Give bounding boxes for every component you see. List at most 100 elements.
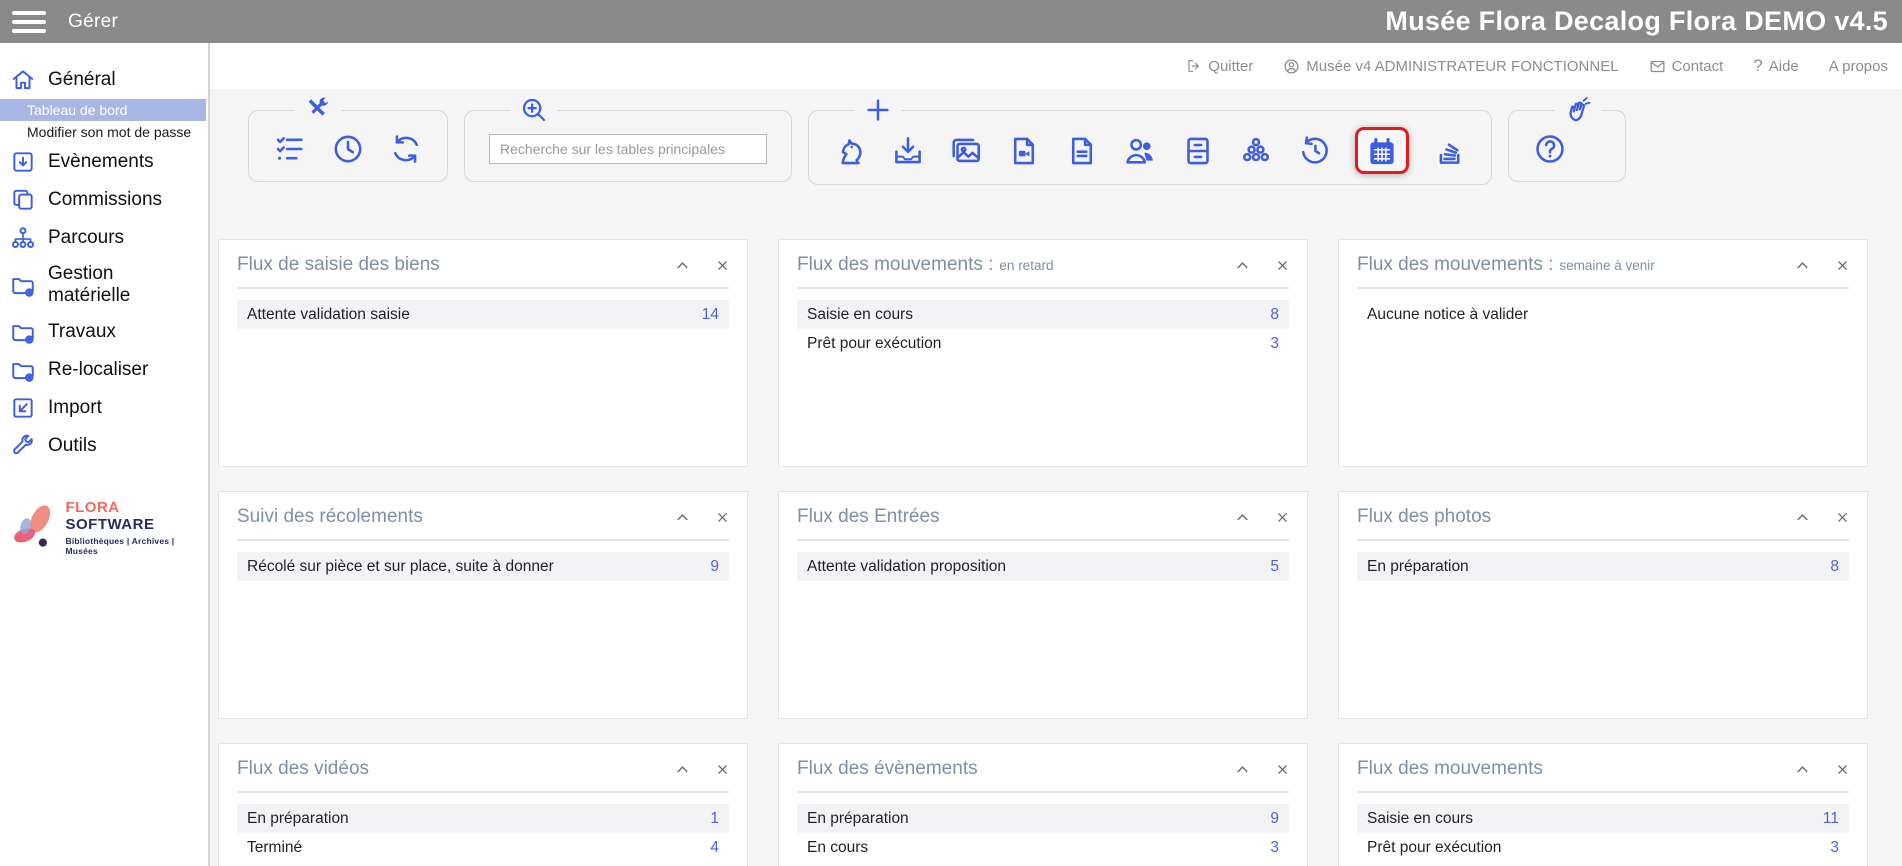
photos-icon[interactable] <box>949 134 983 168</box>
close-icon[interactable] <box>716 511 729 524</box>
collapse-icon[interactable] <box>1235 762 1250 777</box>
zoom-plus-icon <box>519 95 549 125</box>
help-icon[interactable] <box>1533 132 1567 166</box>
collapse-icon[interactable] <box>1795 510 1810 525</box>
widget-flux-saisie-biens: Flux de saisie des biens Attente validat… <box>218 239 748 467</box>
folder-globe-icon <box>10 319 36 345</box>
video-file-icon[interactable] <box>1007 134 1041 168</box>
widget-row[interactable]: Prêt pour exécution3 <box>1357 833 1849 862</box>
app-window: Gérer Musée Flora Decalog Flora DEMO v4.… <box>0 0 1902 866</box>
widget-row: Aucune notice à valider <box>1357 300 1849 329</box>
commissions-icon <box>10 187 36 213</box>
widget-row[interactable]: Attente validation saisie14 <box>237 300 729 329</box>
app-title: Musée Flora Decalog Flora DEMO v4.5 <box>1385 6 1888 37</box>
tools-icon <box>303 95 333 125</box>
collapse-icon[interactable] <box>1235 510 1250 525</box>
sidebar: Général Tableau de bord Modifier son mot… <box>0 43 210 866</box>
question-icon: ? <box>1753 56 1762 76</box>
red-highlight-box <box>1355 127 1409 174</box>
widget-row[interactable]: Attente validation proposition5 <box>797 552 1289 581</box>
sidebar-item-outils[interactable]: Outils <box>0 427 208 465</box>
sidebar-item-parcours[interactable]: Parcours <box>0 219 208 257</box>
gesture-hand-icon <box>1563 95 1593 125</box>
collapse-icon[interactable] <box>1795 258 1810 273</box>
knight-icon[interactable] <box>833 134 867 168</box>
import-tray-icon[interactable] <box>891 134 925 168</box>
toolbar <box>210 95 1902 185</box>
sidebar-item-gestion-materielle[interactable]: Gestion matérielle <box>0 257 208 313</box>
events-icon <box>10 149 36 175</box>
row-count: 8 <box>1270 306 1279 324</box>
contact-link[interactable]: Contact <box>1649 58 1724 75</box>
widget-row[interactable]: Prêt pour exécution3 <box>797 329 1289 358</box>
widget-flux-photos: Flux des photos En préparation8 <box>1338 491 1868 719</box>
aide-link[interactable]: ? Aide <box>1753 56 1799 76</box>
people-icon[interactable] <box>1123 134 1157 168</box>
close-icon[interactable] <box>716 259 729 272</box>
widget-title: Flux des Entrées <box>797 506 946 528</box>
document-icon[interactable] <box>1065 134 1099 168</box>
toolbar-group-tools <box>248 95 448 182</box>
sidebar-item-evenements[interactable]: Evènements <box>0 143 208 181</box>
topbar: Gérer Musée Flora Decalog Flora DEMO v4.… <box>0 0 1902 43</box>
apropos-link[interactable]: A propos <box>1829 58 1888 75</box>
widget-row[interactable]: En préparation1 <box>237 804 729 833</box>
widget-flux-videos: Flux des vidéos En préparation1 Terminé4 <box>218 743 748 866</box>
collapse-icon[interactable] <box>1235 258 1250 273</box>
sidebar-item-relocaliser[interactable]: Re-localiser <box>0 351 208 389</box>
main-search-input[interactable] <box>489 134 767 164</box>
main-content: Flux de saisie des biens Attente validat… <box>210 89 1902 866</box>
collapse-icon[interactable] <box>675 258 690 273</box>
collapse-icon[interactable] <box>675 762 690 777</box>
widget-flux-mouvements-semaine: Flux des mouvements :semaine à venir Auc… <box>1338 239 1868 467</box>
stack-icon[interactable] <box>1433 134 1467 168</box>
sitemap-icon <box>10 225 36 251</box>
checklist-icon[interactable] <box>273 132 307 166</box>
widget-title: Flux des mouvements :semaine à venir <box>1357 254 1655 276</box>
close-icon[interactable] <box>1836 259 1849 272</box>
collapse-icon[interactable] <box>675 510 690 525</box>
widget-row[interactable]: Récolé sur pièce et sur place, suite à d… <box>237 552 729 581</box>
close-icon[interactable] <box>1836 511 1849 524</box>
menu-icon[interactable] <box>12 11 46 33</box>
close-icon[interactable] <box>1276 763 1289 776</box>
close-icon[interactable] <box>1836 763 1849 776</box>
dashboard-grid: Flux de saisie des biens Attente validat… <box>218 239 1902 866</box>
widget-row[interactable]: Saisie en cours8 <box>797 300 1289 329</box>
sidebar-item-general[interactable]: Général <box>0 61 208 99</box>
close-icon[interactable] <box>716 763 729 776</box>
sidebar-item-modifier-mot-de-passe[interactable]: Modifier son mot de passe <box>0 121 208 143</box>
collapse-icon[interactable] <box>1795 762 1810 777</box>
close-icon[interactable] <box>1276 259 1289 272</box>
cabinet-icon[interactable] <box>1181 134 1215 168</box>
cluster-icon[interactable] <box>1239 134 1273 168</box>
widget-row[interactable]: En préparation9 <box>797 804 1289 833</box>
calendar-icon[interactable] <box>1365 135 1399 169</box>
widget-row[interactable]: Terminé4 <box>237 833 729 862</box>
clock-icon[interactable] <box>331 132 365 166</box>
logo-tagline: Bibliothèques | Archives | Musées <box>65 536 200 556</box>
widget-title: Flux des évènements <box>797 758 984 780</box>
quitter-link[interactable]: Quitter <box>1186 58 1253 75</box>
close-icon[interactable] <box>1276 511 1289 524</box>
sidebar-item-import[interactable]: Import <box>0 389 208 427</box>
logout-icon <box>1186 58 1202 74</box>
widget-title: Suivi des récolements <box>237 506 429 528</box>
widget-row[interactable]: Saisie en cours11 <box>1357 804 1849 833</box>
toolbar-group-help <box>1508 95 1626 182</box>
refresh-icon[interactable] <box>389 132 423 166</box>
toolbar-group-search <box>464 95 792 182</box>
history-icon[interactable] <box>1297 134 1331 168</box>
widget-row[interactable]: En cours3 <box>797 833 1289 862</box>
row-count: 3 <box>1270 335 1279 353</box>
sidebar-item-travaux[interactable]: Travaux <box>0 313 208 351</box>
menu-label[interactable]: Gérer <box>68 11 118 33</box>
mail-icon <box>1649 58 1666 75</box>
widget-suivi-recolements: Suivi des récolements Récolé sur pièce e… <box>218 491 748 719</box>
widget-title: Flux des mouvements :en retard <box>797 254 1053 276</box>
sidebar-item-tableau-de-bord[interactable]: Tableau de bord <box>0 99 206 121</box>
sidebar-item-commissions[interactable]: Commissions <box>0 181 208 219</box>
user-link[interactable]: Musée v4 ADMINISTRATEUR FONCTIONNEL <box>1283 58 1618 75</box>
plus-icon <box>863 95 893 125</box>
widget-row[interactable]: En préparation8 <box>1357 552 1849 581</box>
